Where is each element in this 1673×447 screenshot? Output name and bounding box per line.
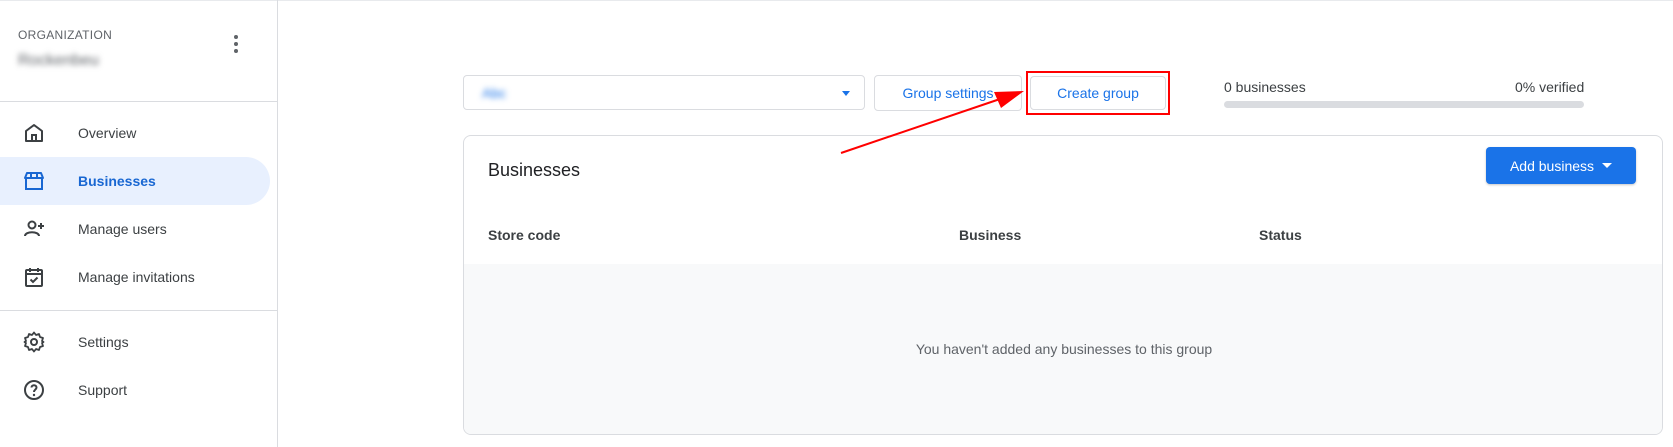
sidebar-item-manage-users[interactable]: Manage users <box>0 205 270 253</box>
sidebar-item-settings[interactable]: Settings <box>0 318 270 366</box>
home-icon <box>25 124 43 142</box>
gear-icon <box>23 331 45 353</box>
storefront-icon <box>24 172 44 190</box>
dropdown-arrow-icon <box>842 91 850 96</box>
organization-label: ORGANIZATION <box>18 28 113 42</box>
sidebar-item-label: Businesses <box>78 173 156 189</box>
sidebar-item-overview[interactable]: Overview <box>0 109 270 157</box>
sidebar-item-label: Manage invitations <box>78 269 195 285</box>
sidebar-item-support[interactable]: Support <box>0 366 270 414</box>
sidebar-item-label: Manage users <box>78 221 167 237</box>
annotation-highlight-box <box>1026 71 1170 115</box>
businesses-count: 0 businesses <box>1224 79 1306 95</box>
sidebar-item-manage-invitations[interactable]: Manage invitations <box>0 253 270 301</box>
column-header-business[interactable]: Business <box>959 227 1021 243</box>
column-header-status[interactable]: Status <box>1259 227 1302 243</box>
sidebar-divider <box>0 310 277 311</box>
sidebar: ORGANIZATION Rockenbeu Overview Business… <box>0 0 278 447</box>
empty-state: You haven't added any businesses to this… <box>464 264 1662 434</box>
sidebar-item-label: Settings <box>78 334 129 350</box>
event-available-icon <box>25 268 43 287</box>
businesses-card: Businesses Add business Store code Busin… <box>463 135 1663 435</box>
add-business-label: Add business <box>1509 157 1595 174</box>
organization-name: Rockenbeu <box>18 52 99 69</box>
sidebar-item-label: Overview <box>78 125 137 141</box>
verified-progress-bar <box>1224 101 1584 108</box>
sidebar-item-businesses[interactable]: Businesses <box>0 157 270 205</box>
sidebar-item-label: Support <box>78 382 128 398</box>
group-select-value: Abc <box>482 85 507 101</box>
add-business-button[interactable]: Add business <box>1486 147 1636 184</box>
sidebar-divider <box>0 101 277 102</box>
dropdown-arrow-icon <box>1602 163 1613 168</box>
column-header-store-code[interactable]: Store code <box>488 227 560 243</box>
group-select[interactable]: Abc <box>463 75 865 110</box>
group-settings-button[interactable]: Group settings <box>874 75 1022 111</box>
person-add-icon <box>24 220 44 237</box>
verified-percent: 0% verified <box>1515 79 1585 95</box>
help-icon <box>24 380 44 400</box>
more-vert-icon[interactable] <box>224 32 248 56</box>
empty-state-message: You haven't added any businesses to this… <box>915 341 1213 357</box>
card-title: Businesses <box>488 160 581 180</box>
